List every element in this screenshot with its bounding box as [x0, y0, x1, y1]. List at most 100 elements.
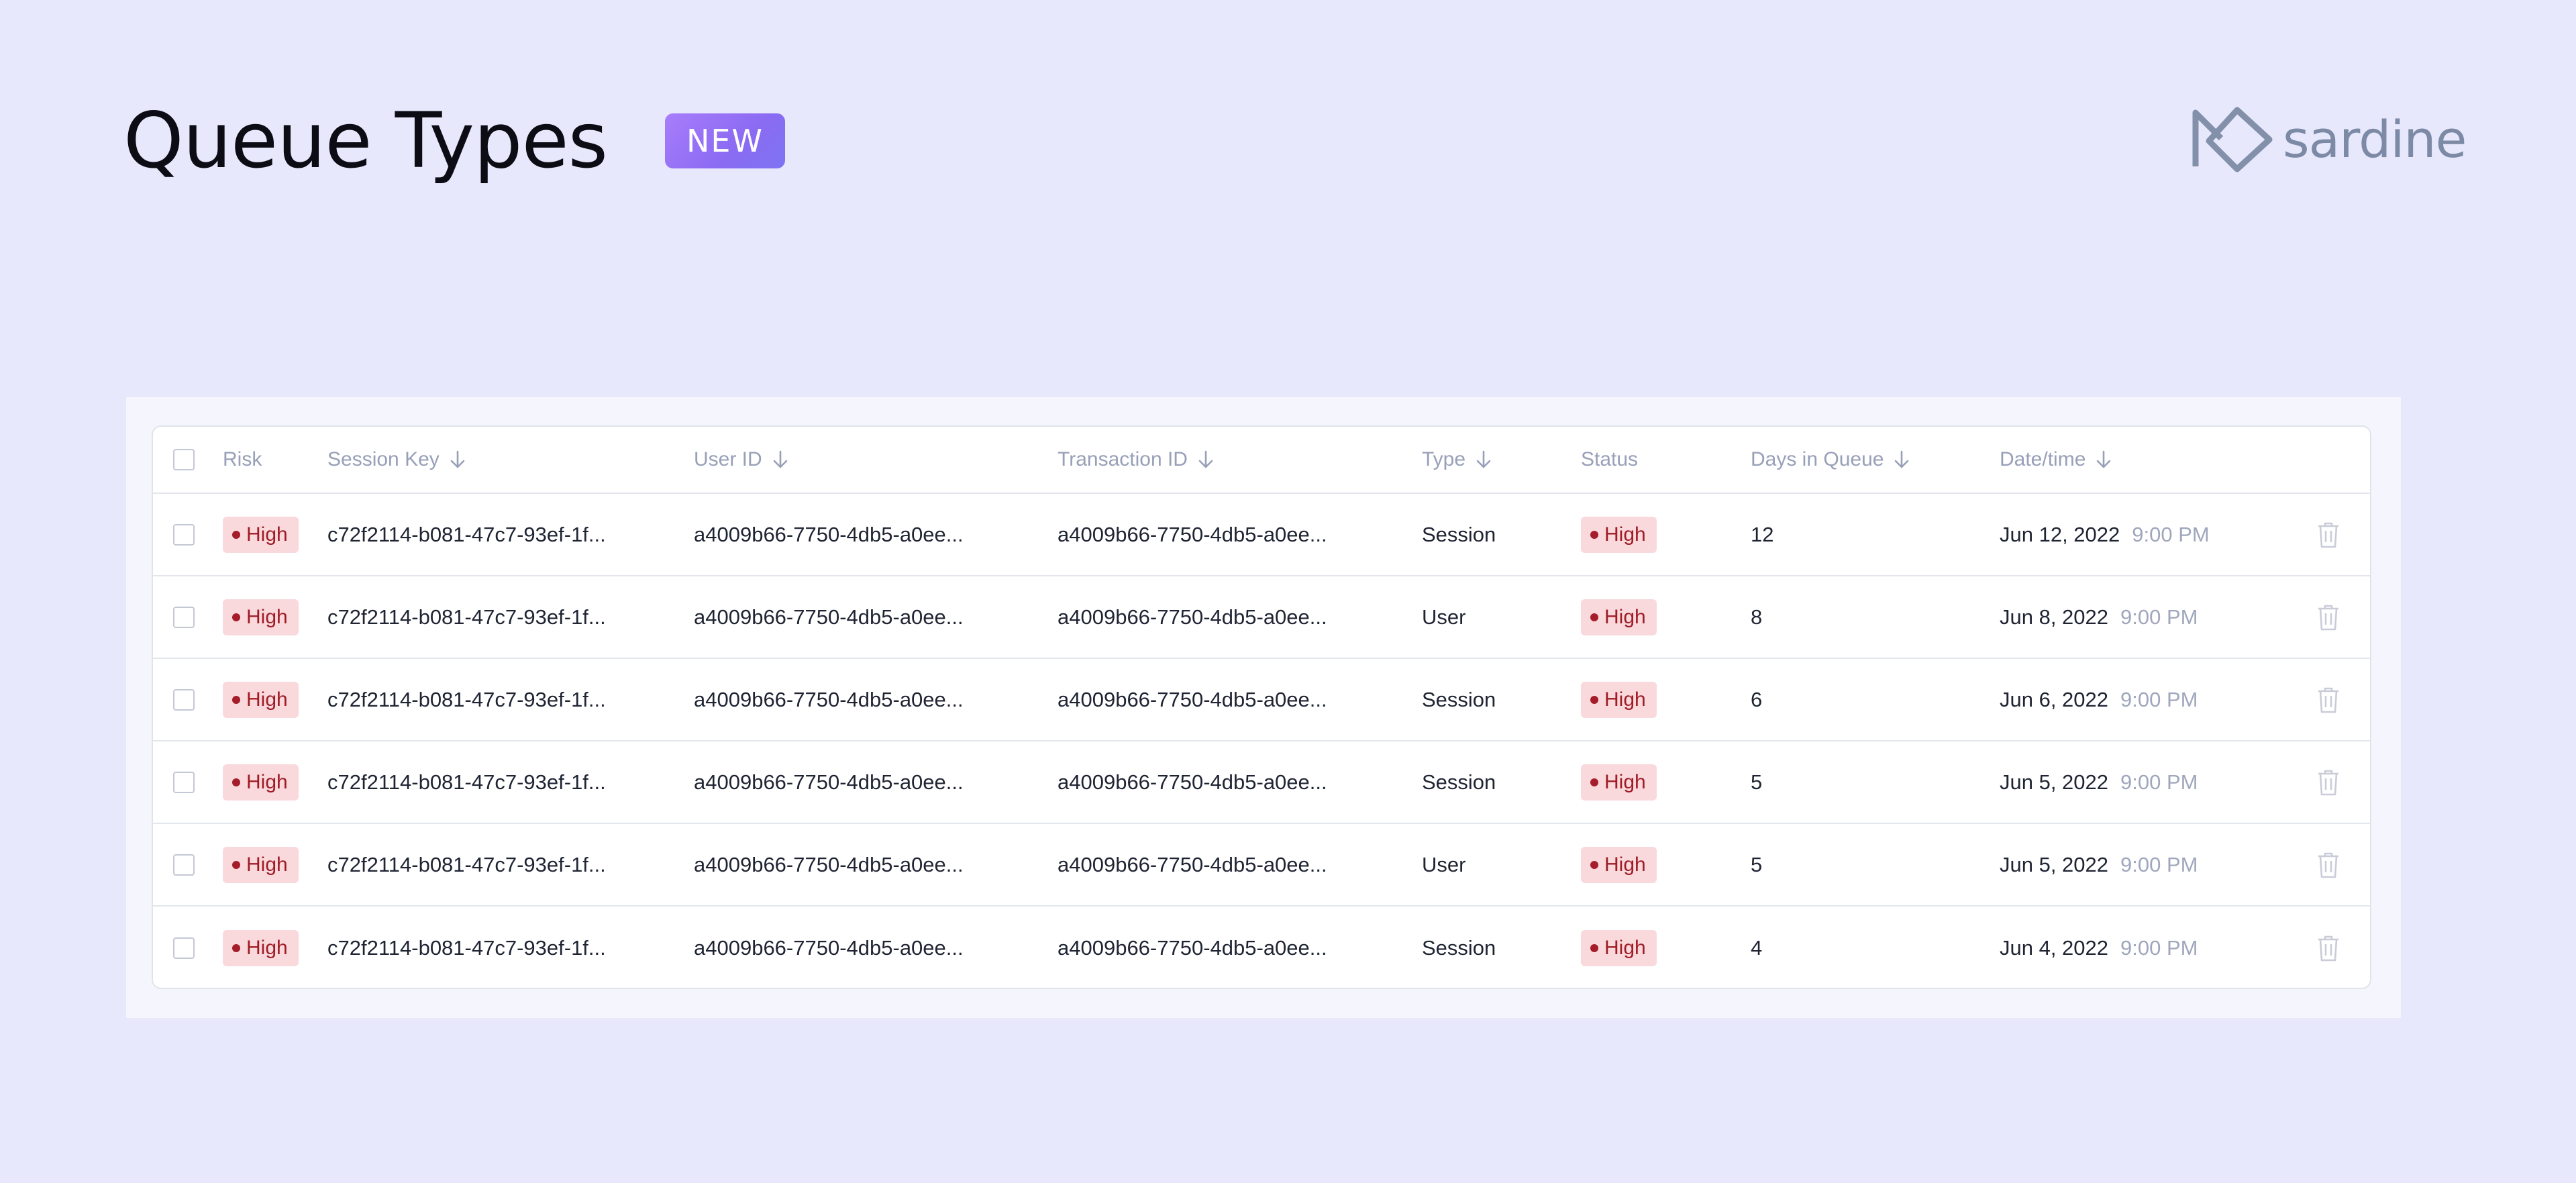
row-select-cell: [173, 741, 195, 823]
column-header-datetime[interactable]: Date/time: [2000, 427, 2112, 493]
dot-icon: [232, 695, 240, 704]
risk-cell: High: [223, 494, 299, 575]
status-badge: High: [1581, 929, 1657, 966]
status-cell: High: [1581, 824, 1657, 905]
date-text: Jun 8, 2022: [2000, 605, 2109, 629]
status-badge: High: [1581, 846, 1657, 883]
row-select-cell: [173, 576, 195, 658]
row-checkbox[interactable]: [173, 937, 195, 959]
column-header-label: Date/time: [2000, 448, 2086, 470]
row-select-cell: [173, 907, 195, 988]
trash-icon[interactable]: [2316, 521, 2340, 549]
column-header-type[interactable]: Type: [1422, 427, 1492, 493]
column-header-transaction-id[interactable]: Transaction ID: [1058, 427, 1215, 493]
sardine-logo-icon: [2192, 107, 2273, 172]
date-text: Jun 12, 2022: [2000, 522, 2120, 546]
dot-icon: [1590, 695, 1598, 704]
session-key-cell: c72f2114-b081-47c7-93ef-1f...: [327, 687, 606, 711]
datetime-cell: Jun 4, 2022 9:00 PM: [2000, 907, 2198, 988]
status-badge: High: [1581, 764, 1657, 801]
column-header-user-id[interactable]: User ID: [694, 427, 789, 493]
risk-badge: High: [223, 516, 299, 553]
row-select-cell: [173, 494, 195, 575]
date-text: Jun 6, 2022: [2000, 687, 2109, 711]
status-badge: High: [1581, 516, 1657, 553]
datetime-cell: Jun 12, 2022 9:00 PM: [2000, 494, 2210, 575]
table-row[interactable]: High c72f2114-b081-47c7-93ef-1f... a4009…: [153, 494, 2370, 576]
table-row[interactable]: High c72f2114-b081-47c7-93ef-1f... a4009…: [153, 824, 2370, 907]
datetime-cell: Jun 6, 2022 9:00 PM: [2000, 659, 2198, 740]
days-in-queue-cell: 8: [1751, 605, 1763, 629]
session-key-cell: c72f2114-b081-47c7-93ef-1f...: [327, 770, 606, 794]
user-id-cell: a4009b66-7750-4db5-a0ee...: [694, 852, 964, 876]
dot-icon: [232, 943, 240, 952]
column-header-risk[interactable]: Risk: [223, 427, 262, 493]
arrow-down-icon: [773, 450, 787, 468]
date-text: Jun 4, 2022: [2000, 935, 2109, 960]
arrow-down-icon: [2097, 450, 2111, 468]
column-header-label: Type: [1422, 448, 1466, 470]
status-label: High: [1604, 770, 1646, 793]
transaction-id-cell: a4009b66-7750-4db5-a0ee...: [1058, 687, 1327, 711]
session-key-cell: c72f2114-b081-47c7-93ef-1f...: [327, 935, 606, 960]
risk-badge: High: [223, 599, 299, 635]
dot-icon: [1590, 943, 1598, 952]
trash-icon[interactable]: [2316, 603, 2340, 631]
trash-icon[interactable]: [2316, 768, 2340, 796]
dot-icon: [1590, 778, 1598, 786]
status-badge: High: [1581, 599, 1657, 635]
trash-icon[interactable]: [2316, 934, 2340, 962]
time-text: 9:00 PM: [2120, 687, 2198, 711]
column-header-label: Session Key: [327, 448, 440, 470]
status-cell: High: [1581, 576, 1657, 658]
column-header-label: Transaction ID: [1058, 448, 1188, 470]
time-text: 9:00 PM: [2120, 605, 2198, 629]
row-checkbox[interactable]: [173, 688, 195, 711]
risk-label: High: [246, 688, 288, 711]
table-panel: Risk Session Key User ID Transaction ID …: [126, 397, 2401, 1018]
days-in-queue-cell: 5: [1751, 852, 1763, 876]
column-header-label: Days in Queue: [1751, 448, 1884, 470]
queue-table: Risk Session Key User ID Transaction ID …: [152, 425, 2371, 989]
select-all-cell: [173, 427, 195, 493]
new-badge: NEW: [664, 113, 785, 168]
row-checkbox[interactable]: [173, 771, 195, 793]
status-label: High: [1604, 853, 1646, 876]
column-header-status[interactable]: Status: [1581, 427, 1638, 493]
status-cell: High: [1581, 907, 1657, 988]
type-cell: Session: [1422, 522, 1496, 546]
row-checkbox[interactable]: [173, 854, 195, 876]
type-cell: User: [1422, 605, 1466, 629]
days-in-queue-cell: 4: [1751, 935, 1763, 960]
column-header-session-key[interactable]: Session Key: [327, 427, 466, 493]
type-cell: Session: [1422, 770, 1496, 794]
column-header-label: Risk: [223, 448, 262, 470]
table-row[interactable]: High c72f2114-b081-47c7-93ef-1f... a4009…: [153, 907, 2370, 988]
trash-icon[interactable]: [2316, 851, 2340, 879]
arrow-down-icon: [1476, 450, 1491, 468]
status-cell: High: [1581, 494, 1657, 575]
table-row[interactable]: High c72f2114-b081-47c7-93ef-1f... a4009…: [153, 576, 2370, 659]
time-text: 9:00 PM: [2132, 522, 2210, 546]
days-in-queue-cell: 12: [1751, 522, 1774, 546]
trash-icon[interactable]: [2316, 686, 2340, 714]
page-title: Queue Types: [123, 96, 608, 185]
status-label: High: [1604, 523, 1646, 546]
datetime-cell: Jun 5, 2022 9:00 PM: [2000, 824, 2198, 905]
table-row[interactable]: High c72f2114-b081-47c7-93ef-1f... a4009…: [153, 741, 2370, 824]
status-label: High: [1604, 605, 1646, 628]
risk-label: High: [246, 770, 288, 793]
transaction-id-cell: a4009b66-7750-4db5-a0ee...: [1058, 935, 1327, 960]
risk-badge: High: [223, 929, 299, 966]
status-cell: High: [1581, 659, 1657, 740]
column-header-days-in-queue[interactable]: Days in Queue: [1751, 427, 1910, 493]
status-label: High: [1604, 688, 1646, 711]
session-key-cell: c72f2114-b081-47c7-93ef-1f...: [327, 605, 606, 629]
row-checkbox[interactable]: [173, 606, 195, 628]
row-checkbox[interactable]: [173, 523, 195, 546]
time-text: 9:00 PM: [2120, 770, 2198, 794]
select-all-checkbox[interactable]: [173, 449, 195, 470]
datetime-cell: Jun 5, 2022 9:00 PM: [2000, 741, 2198, 823]
table-row[interactable]: High c72f2114-b081-47c7-93ef-1f... a4009…: [153, 659, 2370, 741]
page: Queue Types NEW sardine Risk Session Key: [0, 0, 2576, 1183]
